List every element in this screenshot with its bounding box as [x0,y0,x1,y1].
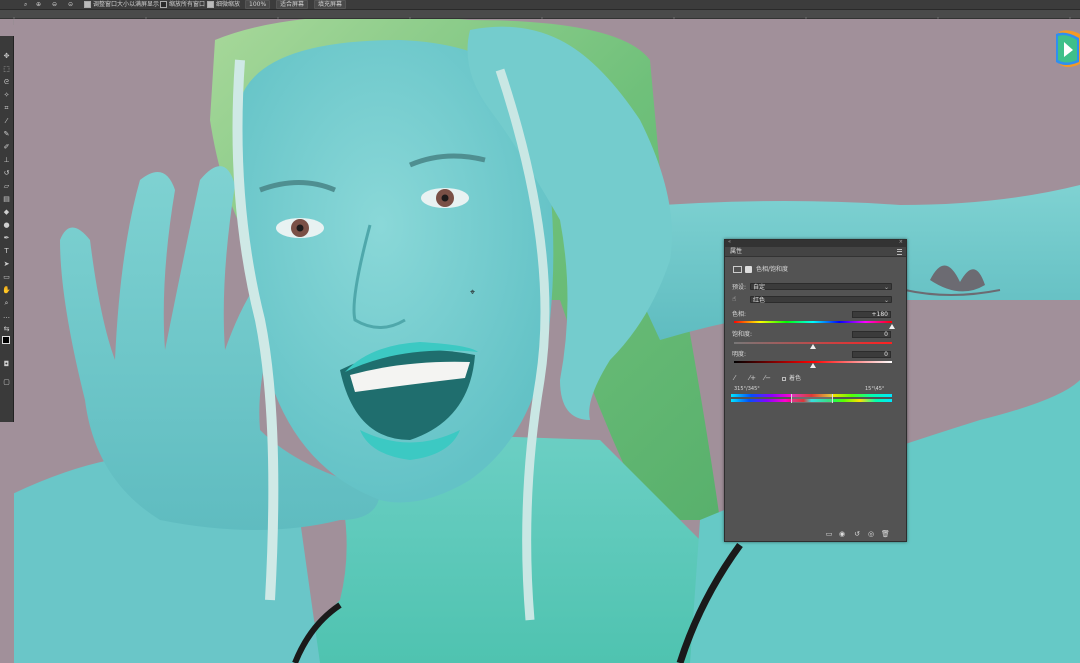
type-tool-icon[interactable]: T [2,247,11,256]
more-tools-icon[interactable]: … [2,312,11,321]
cursor-icon: ⌖ [470,288,476,298]
marquee-tool-icon[interactable]: ⬚ [2,65,11,74]
crop-tool-icon[interactable]: ⌗ [2,104,11,113]
document-canvas[interactable] [14,19,1080,663]
brush-tool-icon[interactable]: ✐ [2,143,11,152]
move-tool-icon[interactable]: ✥ [2,52,11,61]
gradient-tool-icon[interactable]: ▤ [2,195,11,204]
zoom-all-windows-checkbox[interactable]: 缩放所有窗口 [160,0,205,9]
saturation-slider-thumb[interactable] [810,344,816,349]
hue-label: 色相: [732,311,747,318]
hand-tool-icon[interactable]: ✋ [2,286,11,295]
stamp-tool-icon[interactable]: ⊥ [2,156,11,165]
eyedropper-icon[interactable]: ⁄ [734,374,735,382]
zoom-all-windows-label: 缩放所有窗口 [169,1,206,8]
saturation-value-field[interactable]: 0 [852,331,891,338]
quick-mask-icon[interactable]: ◘ [2,360,11,369]
colorize-checkbox[interactable] [782,377,786,381]
range-selector[interactable] [791,394,833,403]
hue-slider-thumb[interactable] [889,324,895,329]
chevron-down-icon: ⌄ [883,297,889,304]
photo-image [14,19,1080,663]
adjustment-layer-icon [733,266,742,273]
zoom-tool-icon[interactable]: ⌕ [2,299,11,308]
channel-select[interactable]: 红色 ⌄ [750,296,892,304]
shape-tool-icon[interactable]: ▭ [2,273,11,282]
reset-icon[interactable]: ↺ [853,530,861,538]
options-bar: ⌕ ⊕ ⊖ ⊝ 调整窗口大小以满屏显示 缩放所有窗口 细微缩放 100% 适合屏… [0,0,1080,10]
channel-value: 红色 [753,297,766,304]
screen-mode-icon[interactable]: ▢ [2,378,11,387]
eyedropper-minus-icon[interactable]: ⁄− [764,374,771,382]
preset-label: 预设: [732,284,747,291]
eraser-tool-icon[interactable]: ▱ [2,182,11,191]
zoom-value[interactable]: 100% [245,0,271,9]
checkbox-icon [160,1,167,8]
app-logo-icon [1056,30,1080,67]
zoom-in-icon[interactable]: ⊕ [36,0,41,9]
lightness-slider-thumb[interactable] [810,363,816,368]
history-brush-tool-icon[interactable]: ↺ [2,169,11,178]
tools-panel: ✥ ⬚ ᘓ ✧ ⌗ ⁄ ✎ ✐ ⊥ ↺ ▱ ▤ ◆ ● ✒ T ➤ ▭ ✋ ⌕ … [0,36,14,422]
checkbox-icon [207,1,214,8]
fit-screen-button[interactable]: 适合屏幕 [276,0,309,9]
eyedropper-plus-icon[interactable]: ⁄+ [749,374,756,382]
panel-menu-icon[interactable] [897,249,902,255]
trash-icon[interactable]: 🗑 [881,530,890,538]
path-selection-tool-icon[interactable]: ➤ [2,260,11,269]
horizontal-ruler [0,10,1080,25]
lightness-label: 明度: [732,351,747,358]
zoom-out-alt-icon[interactable]: ⊝ [68,0,73,9]
range-right-value: 15°\45° [865,386,885,392]
saturation-label: 饱和度: [732,331,753,338]
close-icon[interactable]: × [899,239,903,245]
colorize-label: 着色 [789,375,802,382]
clip-to-layer-icon[interactable]: ▭ [825,530,833,538]
adjustment-title: 色相/饱和度 [756,266,789,273]
layer-mask-icon[interactable] [745,266,752,273]
magic-wand-tool-icon[interactable]: ✧ [2,91,11,100]
lasso-tool-icon[interactable]: ᘓ [2,78,11,87]
properties-panel: « × 属性 色相/饱和度 预设: 自定 ⌄ ☝ 红色 ⌄ 色相: +180 饱和度… [724,239,907,542]
eyedropper-tool-icon[interactable]: ⁄ [2,117,11,126]
healing-brush-tool-icon[interactable]: ✎ [2,130,11,139]
tab-properties-label: 属性 [730,248,743,255]
resize-windows-label: 调整窗口大小以满屏显示 [93,1,160,8]
hue-slider-track[interactable] [734,321,892,323]
collapse-icon[interactable]: « [728,239,731,245]
dodge-tool-icon[interactable]: ● [2,221,11,230]
range-left-value: 315°/345° [734,386,760,392]
panel-footer: ▭ ◉ ↺ ◎ 🗑 [725,527,906,541]
foreground-color-swatch[interactable] [2,336,10,344]
targeted-adjustment-hand-icon[interactable]: ☝ [732,295,736,303]
resize-windows-checkbox[interactable]: 调整窗口大小以满屏显示 [84,0,159,9]
preset-value: 自定 [753,284,766,291]
zoom-icon[interactable]: ⌕ [24,0,27,9]
panel-header-bar[interactable]: « × [725,239,906,247]
chevron-down-icon: ⌄ [883,284,889,291]
zoom-out-icon[interactable]: ⊖ [52,0,57,9]
hue-value-field[interactable]: +180 [852,311,891,318]
fill-screen-button[interactable]: 填充屏幕 [314,0,347,9]
view-previous-state-icon[interactable]: ◉ [838,530,846,538]
visibility-eye-icon[interactable]: ◎ [867,530,875,538]
checkbox-icon [84,1,91,8]
swap-colors-icon[interactable]: ⇆ [2,325,11,334]
scrubby-zoom-checkbox[interactable]: 细微缩放 [207,0,240,9]
tab-properties[interactable]: 属性 [725,247,906,257]
pen-tool-icon[interactable]: ✒ [2,234,11,243]
preset-select[interactable]: 自定 ⌄ [750,283,892,291]
lightness-value-field[interactable]: 0 [852,351,891,358]
scrubby-zoom-label: 细微缩放 [216,1,241,8]
blur-tool-icon[interactable]: ◆ [2,208,11,217]
